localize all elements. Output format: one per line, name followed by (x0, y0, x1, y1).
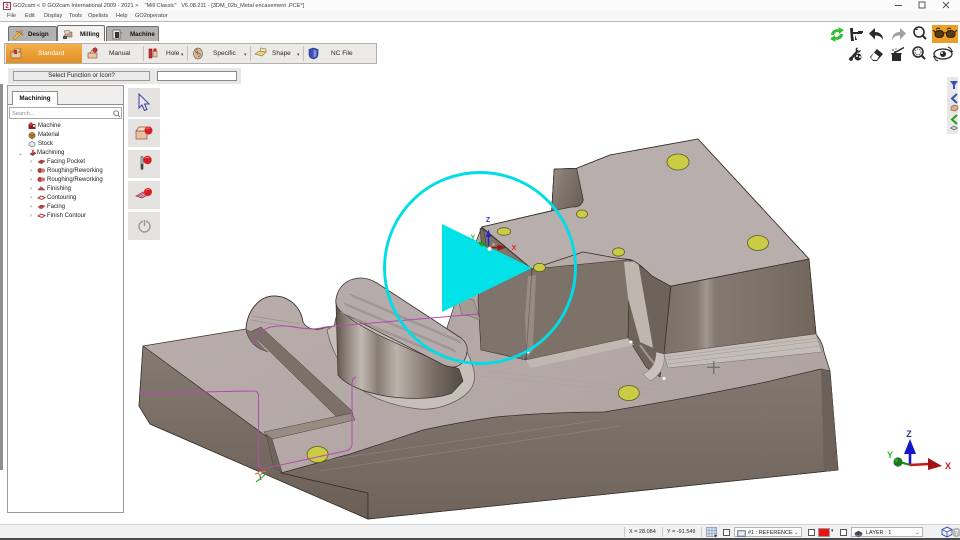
svg-text:Y: Y (887, 450, 893, 460)
svg-text:X: X (945, 461, 951, 471)
svg-text:Z: Z (906, 429, 912, 439)
svg-text:Y: Y (471, 235, 476, 242)
svg-text:X: X (512, 245, 517, 252)
svg-text:Z: Z (486, 217, 491, 224)
svg-text:?: ? (954, 530, 958, 537)
